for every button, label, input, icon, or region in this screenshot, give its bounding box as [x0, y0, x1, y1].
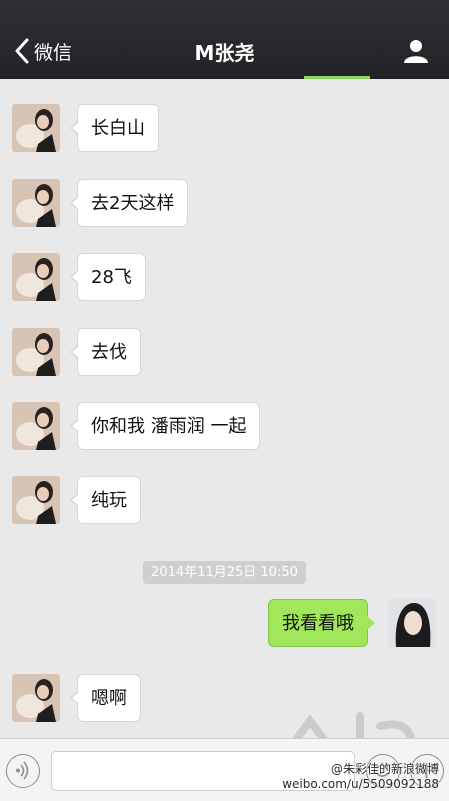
message-bubble[interactable]: 28飞: [70, 253, 146, 301]
contact-avatar[interactable]: [12, 476, 60, 524]
message-bubble[interactable]: 嗯啊: [70, 674, 141, 722]
voice-icon: [16, 761, 29, 780]
voice-input-button[interactable]: [6, 754, 40, 788]
contact-avatar[interactable]: [12, 104, 60, 152]
watermark-line: @朱彩佳的新浪微博: [330, 762, 439, 776]
message-bubble[interactable]: 你和我 潘雨润 一起: [69, 402, 261, 450]
contact-avatar[interactable]: [12, 179, 60, 227]
message-bubble[interactable]: 纯玩: [70, 476, 141, 524]
message-timestamp: 2014年11月25日 10:50: [143, 561, 306, 584]
navigation-bar: 微信 M张尧: [0, 0, 449, 79]
contact-profile-icon[interactable]: [403, 38, 429, 64]
message-bubble-outgoing[interactable]: 我看看哦: [268, 599, 375, 647]
watermark-line: weibo.com/u/5509092188: [282, 777, 439, 791]
contact-avatar[interactable]: [12, 674, 60, 722]
contact-avatar[interactable]: [12, 253, 60, 301]
message-bubble[interactable]: 长白山: [70, 104, 159, 152]
message-bubble[interactable]: 去伐: [70, 328, 141, 376]
previous-bubble-edge: [304, 76, 370, 79]
own-avatar[interactable]: [388, 599, 436, 647]
message-bubble[interactable]: 去2天这样: [69, 179, 189, 227]
contact-avatar[interactable]: [12, 402, 60, 450]
chat-title: M张尧: [194, 41, 255, 65]
contact-avatar[interactable]: [12, 328, 60, 376]
weibo-watermark: @朱彩佳的新浪微博 weibo.com/u/5509092188: [274, 762, 439, 792]
